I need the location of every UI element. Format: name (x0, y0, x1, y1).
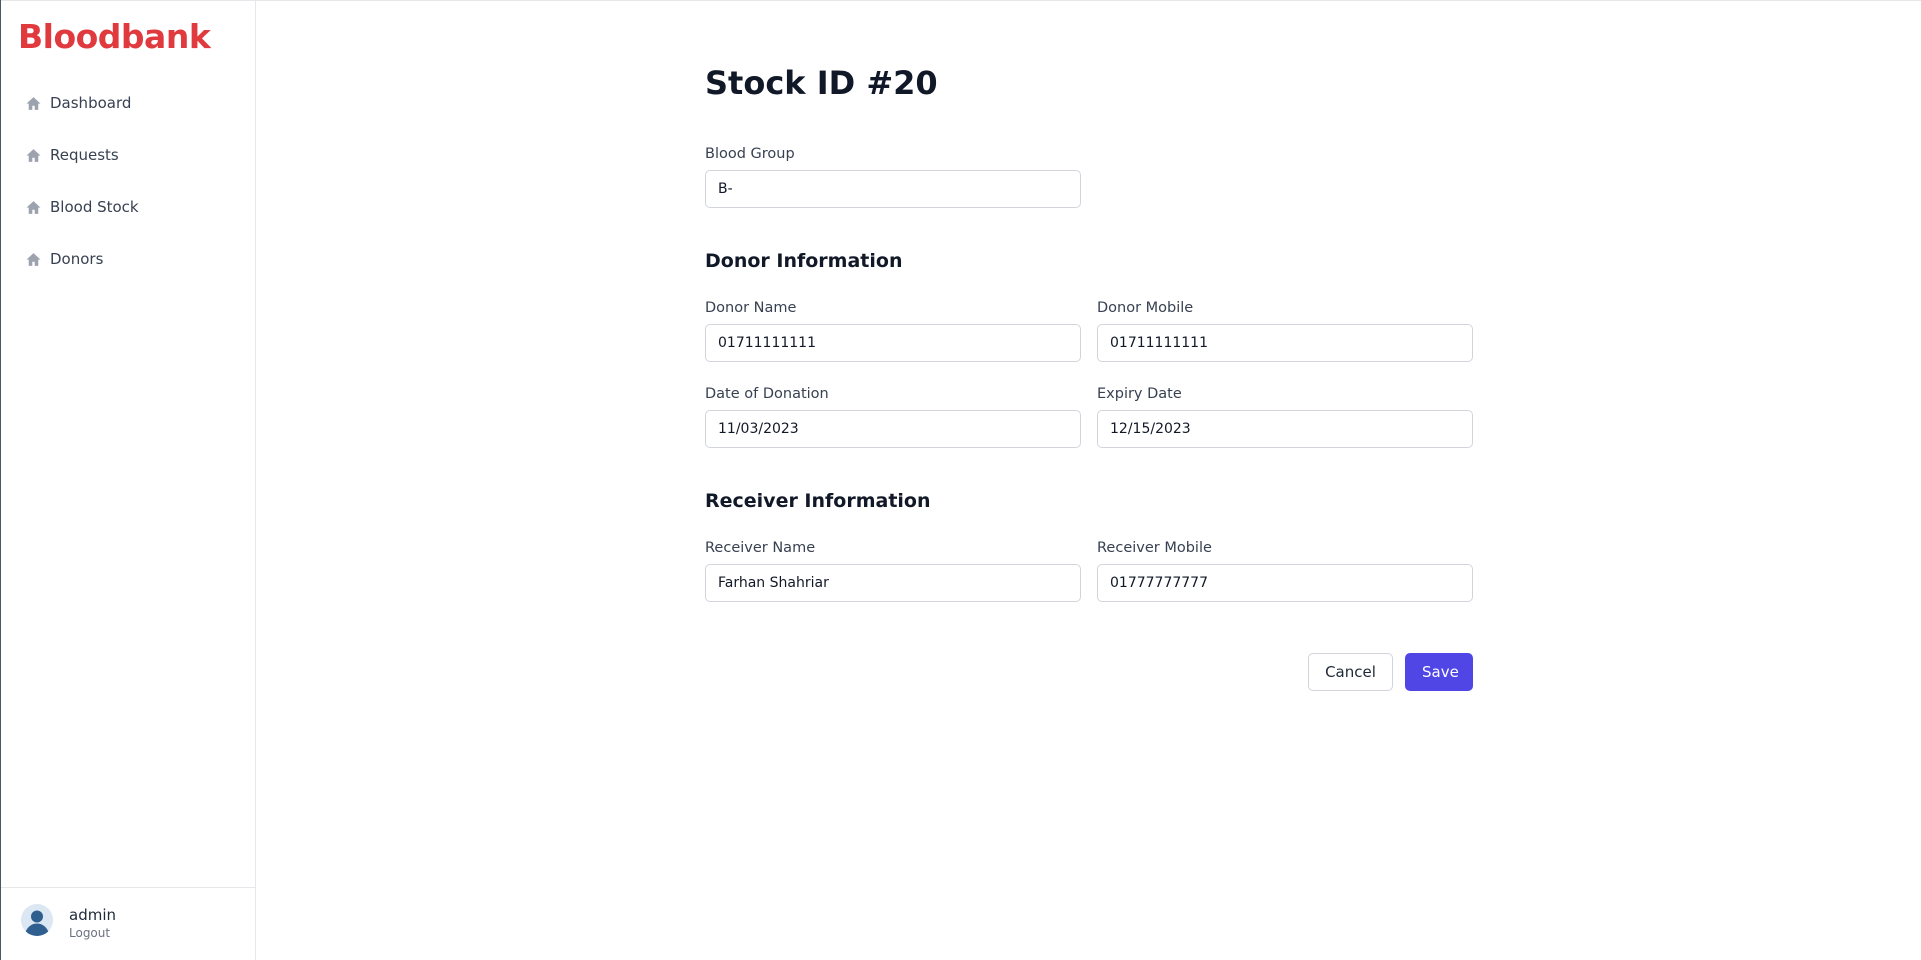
expiry-date-field: Expiry Date (1097, 386, 1473, 448)
brand-logo[interactable]: Bloodbank (18, 17, 211, 56)
donor-mobile-input[interactable] (1097, 324, 1473, 362)
donor-mobile-field: Donor Mobile (1097, 300, 1473, 362)
donor-name-input[interactable] (705, 324, 1081, 362)
sidebar-item-dashboard[interactable]: Dashboard (17, 83, 239, 123)
donor-mobile-label: Donor Mobile (1097, 300, 1194, 316)
sidebar-item-label: Requests (50, 146, 119, 164)
home-icon (25, 199, 42, 216)
sidebar-item-label: Blood Stock (50, 198, 139, 216)
receiver-section-title: Receiver Information (705, 490, 931, 512)
sidebar-item-requests[interactable]: Requests (17, 135, 239, 175)
receiver-name-label: Receiver Name (705, 540, 816, 556)
user-avatar-icon[interactable] (21, 904, 53, 936)
sidebar-item-label: Dashboard (50, 94, 132, 112)
donor-section-title: Donor Information (705, 250, 903, 272)
expiry-date-input[interactable] (1097, 410, 1473, 448)
sidebar-item-blood-stock[interactable]: Blood Stock (17, 187, 239, 227)
cancel-button[interactable]: Cancel (1308, 653, 1393, 691)
logout-link[interactable]: Logout (69, 926, 110, 940)
page-title: Stock ID #20 (705, 64, 938, 102)
receiver-mobile-label: Receiver Mobile (1097, 540, 1212, 556)
blood-group-field: Blood Group (705, 146, 1081, 208)
receiver-name-input[interactable] (705, 564, 1081, 602)
receiver-mobile-input[interactable] (1097, 564, 1473, 602)
user-footer: admin Logout (1, 887, 255, 960)
donor-name-field: Donor Name (705, 300, 1081, 362)
receiver-mobile-field: Receiver Mobile (1097, 540, 1473, 602)
home-icon (25, 147, 42, 164)
user-name: admin (69, 906, 116, 924)
date-of-donation-label: Date of Donation (705, 386, 829, 402)
receiver-name-field: Receiver Name (705, 540, 1081, 602)
sidebar-item-label: Donors (50, 250, 104, 268)
date-of-donation-field: Date of Donation (705, 386, 1081, 448)
expiry-date-label: Expiry Date (1097, 386, 1182, 402)
home-icon (25, 251, 42, 268)
blood-group-input[interactable] (705, 170, 1081, 208)
donor-name-label: Donor Name (705, 300, 797, 316)
date-of-donation-input[interactable] (705, 410, 1081, 448)
save-button[interactable]: Save (1405, 653, 1473, 691)
sidebar-nav: Dashboard Requests Blood Stock Donors (17, 83, 239, 291)
top-border (0, 0, 1921, 1)
home-icon (25, 95, 42, 112)
sidebar: Bloodbank Dashboard Requests Blood Stock… (1, 1, 256, 960)
blood-group-label: Blood Group (705, 146, 795, 162)
sidebar-item-donors[interactable]: Donors (17, 239, 239, 279)
